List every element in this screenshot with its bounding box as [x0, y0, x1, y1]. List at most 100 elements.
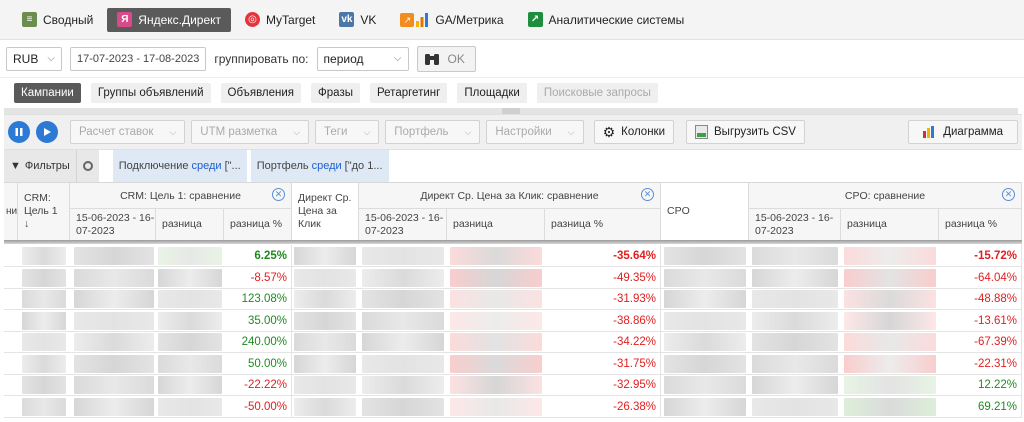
- utm-button[interactable]: UTM разметка ⌵: [191, 120, 310, 144]
- filter-chip-portfolio[interactable]: Портфель среди ["до 1...: [250, 150, 389, 182]
- bar-chart-icon: [923, 126, 935, 138]
- chip-field: Портфель: [256, 160, 309, 172]
- group-by-select[interactable]: период ⌵: [316, 46, 409, 71]
- redacted-value: [74, 247, 154, 265]
- header-cpc-diff-pct[interactable]: разница %: [545, 209, 661, 241]
- row-crm-diff-pct: -22.22%: [224, 374, 292, 396]
- tab-retargeting[interactable]: Ретаргетинг: [370, 83, 448, 103]
- columns-button[interactable]: ⚙ Колонки: [593, 120, 675, 144]
- header-cpo[interactable]: CPO: [661, 183, 749, 241]
- funnel-icon: ▼: [10, 160, 21, 172]
- header-cpo-diff-pct[interactable]: разница %: [939, 209, 1022, 241]
- row-cpc-diff-pct: -26.38%: [545, 395, 661, 418]
- header-direct-cpc[interactable]: Директ Ср. Цена за Клик: [292, 183, 359, 241]
- tab-label: Яндекс.Директ: [138, 12, 222, 27]
- header-group-label: Директ Ср. Цена за Клик: сравнение: [420, 189, 599, 202]
- tab-analytic-systems[interactable]: ↗ Аналитические системы: [518, 8, 695, 32]
- redacted-value: [294, 268, 356, 287]
- row-cpc-diff-pct: -38.86%: [545, 309, 661, 332]
- redacted-value: [362, 311, 444, 330]
- header-diff-label: разница: [847, 218, 887, 231]
- tags-button[interactable]: Теги ⌵: [315, 120, 380, 144]
- chip-operator: среди: [311, 160, 342, 172]
- tab-vk[interactable]: vk VK: [329, 8, 386, 32]
- source-tabs: ≡ Сводный Я Яндекс.Директ ◎ MyTarget vk …: [0, 0, 1024, 40]
- header-group-cpc-compare: Директ Ср. Цена за Клик: сравнение ✕: [359, 183, 661, 209]
- tab-mytarget[interactable]: ◎ MyTarget: [235, 8, 325, 32]
- table-row[interactable]: 123.08% -31.93% -48.88%: [4, 288, 1022, 310]
- close-icon[interactable]: ✕: [1002, 188, 1015, 201]
- redacted-value: [664, 333, 746, 351]
- header-cpo-diff[interactable]: разница: [841, 209, 939, 241]
- table-row[interactable]: 50.00% -31.75% -22.31%: [4, 352, 1022, 375]
- portfolio-button[interactable]: Портфель ⌵: [385, 120, 481, 144]
- header-crm-goal[interactable]: CRM: Цель 1 ↓: [18, 183, 70, 241]
- pause-button[interactable]: [8, 121, 30, 143]
- spreadsheet-icon: [695, 125, 709, 139]
- table-row[interactable]: -22.22% -32.95% 12.22%: [4, 374, 1022, 396]
- tab-summary[interactable]: ≡ Сводный: [12, 8, 103, 32]
- settings-button[interactable]: Настройки ⌵: [486, 120, 584, 144]
- redacted-value: [294, 376, 356, 394]
- row-crm-diff-pct: -50.00%: [224, 395, 292, 418]
- header-cpo-period[interactable]: 15-06-2023 - 16-07-2023: [749, 209, 841, 241]
- table-row[interactable]: 6.25% -35.64% -15.72%: [4, 245, 1022, 267]
- table-row[interactable]: 35.00% -38.86% -13.61%: [4, 309, 1022, 332]
- redacted-value: [752, 268, 838, 287]
- chart-button[interactable]: Диаграмма: [908, 120, 1018, 144]
- row-cpc-diff-pct: -35.64%: [545, 245, 661, 267]
- header-cpc-period[interactable]: 15-06-2023 - 16-07-2023: [359, 209, 447, 241]
- export-csv-button[interactable]: Выгрузить CSV: [686, 120, 805, 144]
- filter-chip-connection[interactable]: Подключение среди ["...: [112, 150, 247, 182]
- redacted-value: [664, 376, 746, 394]
- close-icon[interactable]: ✕: [272, 188, 285, 201]
- header-crm-diff-pct[interactable]: разница %: [224, 209, 292, 241]
- mytarget-icon: ◎: [245, 12, 261, 27]
- redacted-value: [74, 397, 154, 416]
- redacted-value: [22, 354, 66, 373]
- row-cpc-diff-pct: -49.35%: [545, 266, 661, 289]
- table-row[interactable]: -50.00% -26.38% 69.21%: [4, 395, 1022, 418]
- redacted-value: [752, 397, 838, 416]
- redacted-value: [450, 247, 542, 265]
- row-crm-diff-pct: 240.00%: [224, 331, 292, 353]
- tab-ga-metrika[interactable]: ↗ GA/Метрика: [390, 8, 513, 32]
- tab-label: GA/Метрика: [435, 12, 504, 27]
- chip-value: ["до 1...: [344, 160, 383, 172]
- row-cpc-diff-pct: -31.75%: [545, 352, 661, 375]
- table-row[interactable]: -8.57% -49.35% -64.04%: [4, 266, 1022, 289]
- tab-yandex-direct[interactable]: Я Яндекс.Директ: [107, 7, 232, 32]
- analytic-systems-icon: ↗: [527, 12, 543, 27]
- date-range-value: 17-07-2023 - 17-08-2023: [77, 52, 200, 65]
- header-crm-period[interactable]: 15-06-2023 - 16-07-2023: [70, 209, 156, 241]
- table-body: 6.25% -35.64% -15.72% -8.57% -49.35% -64.04% 1…: [4, 245, 1022, 422]
- tab-ads[interactable]: Объявления: [220, 83, 302, 103]
- row-crm-diff-pct: 6.25%: [224, 245, 292, 267]
- clear-icon: [82, 161, 93, 171]
- close-icon[interactable]: ✕: [641, 188, 654, 201]
- tab-ad-groups[interactable]: Группы объявлений: [90, 83, 211, 103]
- currency-select[interactable]: RUB ⌵: [6, 46, 62, 71]
- chip-value: ["...: [224, 160, 241, 172]
- redacted-value: [74, 376, 154, 394]
- bid-calc-button[interactable]: Расчет ставок ⌵: [70, 120, 186, 144]
- tab-phrases[interactable]: Фразы: [311, 83, 360, 103]
- tab-placements[interactable]: Площадки: [457, 83, 527, 103]
- tab-campaigns[interactable]: Кампании: [14, 83, 81, 103]
- header-cut-column[interactable]: ни: [4, 183, 18, 241]
- row-crm-diff-pct: -8.57%: [224, 266, 292, 289]
- table-row[interactable]: 240.00% -34.22% -67.39%: [4, 331, 1022, 353]
- date-range-picker[interactable]: 17-07-2023 - 17-08-2023: [70, 46, 207, 71]
- header-cpc-diff[interactable]: разница: [447, 209, 545, 241]
- redacted-value: [74, 311, 154, 330]
- filters-button[interactable]: ▼ Фильтры: [4, 150, 77, 182]
- play-button[interactable]: [36, 121, 58, 143]
- ok-button[interactable]: OK: [416, 45, 476, 72]
- redacted-value: [664, 268, 746, 287]
- tab-label: MyTarget: [266, 12, 316, 27]
- header-crm-diff[interactable]: разница: [156, 209, 224, 241]
- redacted-value: [844, 354, 936, 373]
- clear-filters-button[interactable]: [76, 150, 99, 182]
- redacted-value: [664, 354, 746, 373]
- row-cpc-diff-pct: -34.22%: [545, 331, 661, 353]
